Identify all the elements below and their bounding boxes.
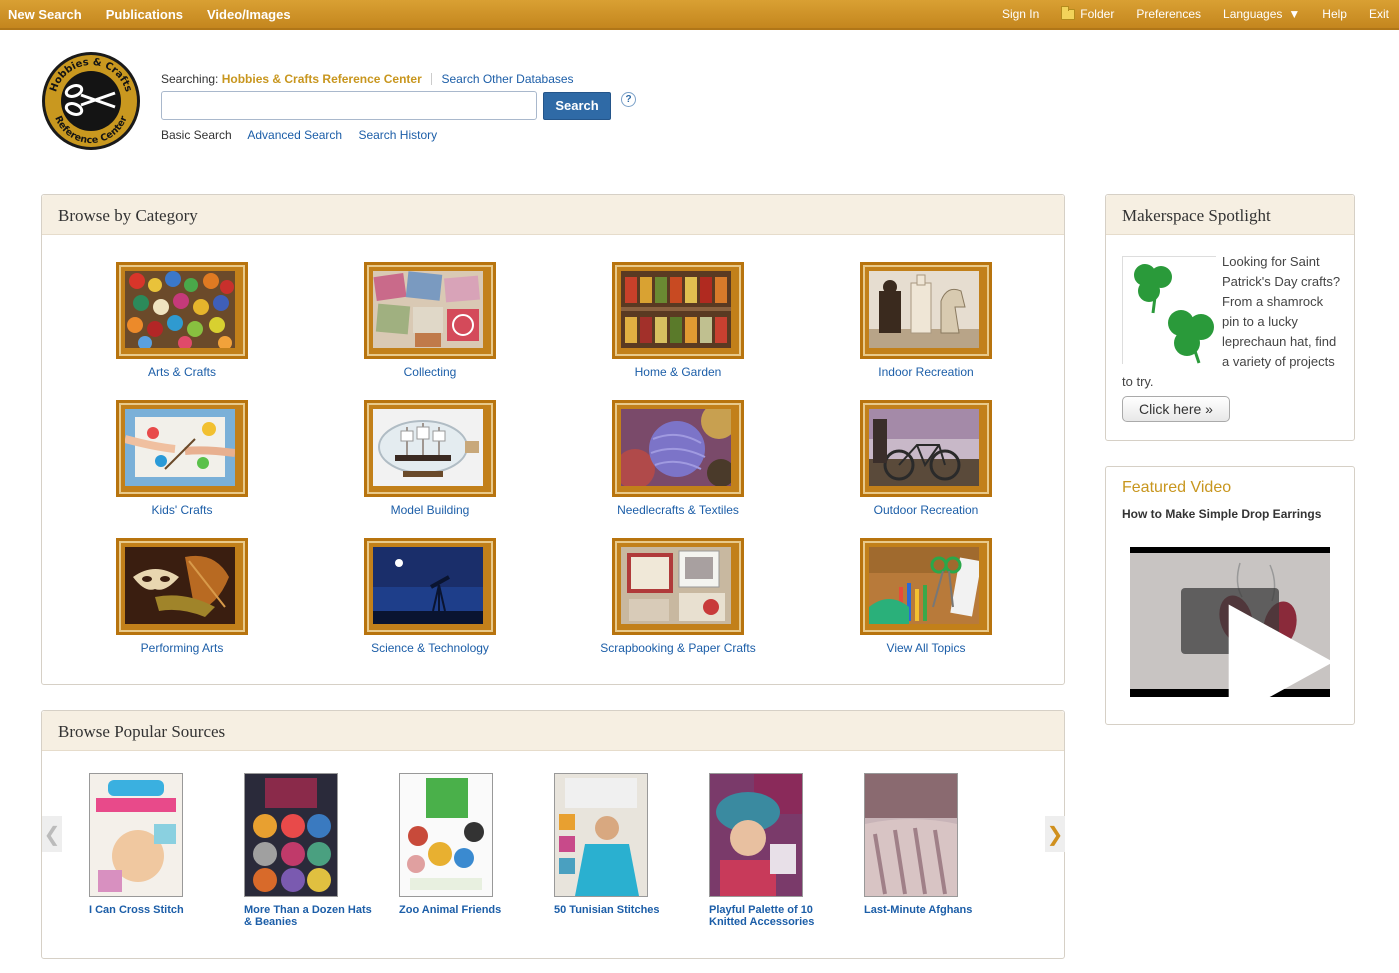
source-label[interactable]: Last-Minute Afghans (864, 904, 994, 916)
masks-image (125, 547, 235, 624)
hobbies-crafts-logo[interactable]: Hobbies & Crafts Reference Center (41, 51, 141, 151)
source-label[interactable]: Playful Palette of 10 Knitted Accessorie… (709, 904, 839, 928)
chess-image (869, 271, 979, 348)
search-input[interactable] (161, 91, 537, 120)
source-item[interactable]: Playful Palette of 10 Knitted Accessorie… (709, 773, 839, 928)
browse-category-title: Browse by Category (42, 195, 1064, 235)
category-view-all-topics[interactable]: View All Topics (836, 538, 1016, 655)
featured-video-panel: Featured Video How to Make Simple Drop E… (1105, 466, 1355, 725)
kids-painting-image (125, 409, 235, 486)
nav-languages[interactable]: Languages ▼ (1223, 7, 1300, 21)
category-scrapbooking-paper-crafts[interactable]: Scrapbooking & Paper Crafts (588, 538, 768, 655)
folder-icon (1061, 5, 1076, 20)
nav-folder-label: Folder (1080, 7, 1115, 21)
carousel-prev-button[interactable]: ❮ (42, 816, 62, 852)
telescope-image (373, 547, 483, 624)
category-label[interactable]: Scrapbooking & Paper Crafts (588, 641, 768, 655)
carousel-next-button[interactable]: ❯ (1045, 816, 1065, 852)
makerspace-spotlight-panel: Makerspace Spotlight Looking for Saint P… (1105, 194, 1355, 441)
category-science-technology[interactable]: Science & Technology (340, 538, 520, 655)
category-kids-crafts[interactable]: Kids' Crafts (92, 400, 272, 517)
jars-image (621, 271, 731, 348)
video-player[interactable] (1130, 547, 1334, 720)
searching-label: Searching: (161, 72, 219, 86)
book-cover-image (710, 774, 802, 896)
category-model-building[interactable]: Model Building (340, 400, 520, 517)
nav-sign-in[interactable]: Sign In (1002, 7, 1039, 21)
advanced-search-link[interactable]: Advanced Search (247, 128, 342, 142)
browse-category-panel: Browse by Category Arts & Crafts Collect… (41, 194, 1065, 685)
makerspace-click-here-button[interactable]: Click here » (1122, 396, 1230, 422)
search-other-databases-link[interactable]: Search Other Databases (441, 72, 573, 86)
stamps-image (373, 271, 483, 348)
nav-publications[interactable]: Publications (106, 7, 183, 22)
scrapbook-image (621, 547, 731, 624)
ship-in-bottle-image (373, 409, 483, 486)
basic-search-link[interactable]: Basic Search (161, 128, 232, 142)
nav-video-images[interactable]: Video/Images (207, 7, 291, 22)
chevron-left-icon: ❮ (43, 823, 61, 846)
nav-new-search[interactable]: New Search (8, 7, 82, 22)
play-icon (1228, 604, 1334, 720)
searching-line: Searching: Hobbies & Crafts Reference Ce… (161, 72, 574, 86)
source-item[interactable]: Zoo Animal Friends (399, 773, 529, 916)
category-outdoor-recreation[interactable]: Outdoor Recreation (836, 400, 1016, 517)
source-label[interactable]: More Than a Dozen Hats & Beanies (244, 904, 374, 928)
search-history-link[interactable]: Search History (358, 128, 437, 142)
popular-sources-panel: Browse Popular Sources ❮ ❯ I Can Cross S… (41, 710, 1065, 959)
featured-video-title: Featured Video (1122, 479, 1232, 496)
category-label[interactable]: Needlecrafts & Textiles (588, 503, 768, 517)
yarn-image (621, 409, 731, 486)
search-area: Searching: Hobbies & Crafts Reference Ce… (161, 72, 636, 142)
current-database: Hobbies & Crafts Reference Center (221, 72, 422, 86)
category-indoor-recreation[interactable]: Indoor Recreation (836, 262, 1016, 379)
popular-sources-title: Browse Popular Sources (42, 711, 1064, 751)
chevron-right-icon: ❯ (1046, 823, 1064, 846)
category-performing-arts[interactable]: Performing Arts (92, 538, 272, 655)
category-arts-crafts[interactable]: Arts & Crafts (92, 262, 272, 379)
book-cover-image (245, 774, 337, 896)
bicycle-image (869, 409, 979, 486)
top-nav-bar: New Search Publications Video/Images Sig… (0, 0, 1399, 30)
category-label[interactable]: Kids' Crafts (92, 503, 272, 517)
source-label[interactable]: I Can Cross Stitch (89, 904, 219, 916)
book-cover-image (90, 774, 182, 896)
source-item[interactable]: I Can Cross Stitch (89, 773, 219, 916)
nav-folder[interactable]: Folder (1061, 5, 1115, 21)
book-cover-image (865, 774, 957, 896)
nav-exit[interactable]: Exit (1369, 7, 1389, 21)
nav-languages-label: Languages (1223, 7, 1283, 21)
source-item[interactable]: More Than a Dozen Hats & Beanies (244, 773, 374, 928)
source-item[interactable]: Last-Minute Afghans (864, 773, 994, 916)
source-item[interactable]: 50 Tunisian Stitches (554, 773, 684, 916)
category-home-garden[interactable]: Home & Garden (588, 262, 768, 379)
nav-help[interactable]: Help (1322, 7, 1347, 21)
nav-preferences[interactable]: Preferences (1136, 7, 1201, 21)
category-needlecrafts-textiles[interactable]: Needlecrafts & Textiles (588, 400, 768, 517)
craft-supplies-image (869, 547, 979, 624)
category-label[interactable]: View All Topics (836, 641, 1016, 655)
category-label[interactable]: Science & Technology (340, 641, 520, 655)
shamrock-image (1122, 256, 1217, 365)
book-cover-image (555, 774, 647, 896)
category-label[interactable]: Performing Arts (92, 641, 272, 655)
play-button[interactable] (1181, 588, 1334, 720)
featured-video-subtitle[interactable]: How to Make Simple Drop Earrings (1122, 507, 1321, 521)
category-label[interactable]: Collecting (340, 365, 520, 379)
category-label[interactable]: Home & Garden (588, 365, 768, 379)
source-label[interactable]: 50 Tunisian Stitches (554, 904, 684, 916)
category-label[interactable]: Arts & Crafts (92, 365, 272, 379)
category-label[interactable]: Indoor Recreation (836, 365, 1016, 379)
category-collecting[interactable]: Collecting (340, 262, 520, 379)
book-cover-image (400, 774, 492, 896)
search-button[interactable]: Search (543, 91, 611, 120)
makerspace-title: Makerspace Spotlight (1106, 195, 1354, 235)
caret-down-icon: ▼ (1288, 7, 1301, 21)
divider (431, 73, 433, 85)
category-label[interactable]: Model Building (340, 503, 520, 517)
category-label[interactable]: Outdoor Recreation (836, 503, 1016, 517)
beads-image (125, 271, 235, 348)
help-icon[interactable]: ? (621, 92, 636, 107)
source-label[interactable]: Zoo Animal Friends (399, 904, 529, 916)
